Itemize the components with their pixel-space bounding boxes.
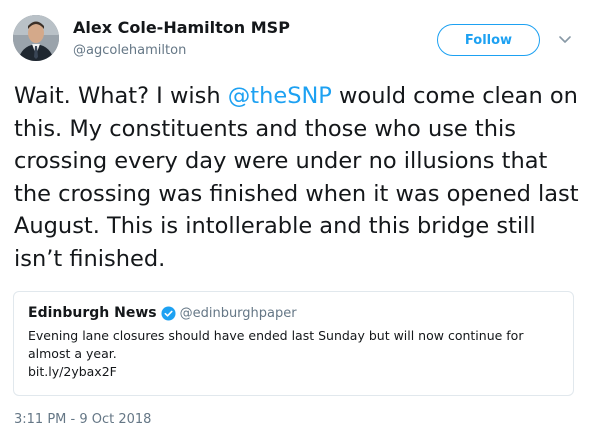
verified-badge-icon [161, 305, 176, 321]
quoted-tweet-body: Evening lane closures should have ended … [28, 327, 563, 381]
tweet-text-rest: would come clean on this. My constituent… [14, 83, 579, 272]
follow-button[interactable]: Follow [437, 24, 540, 56]
quoted-tweet-text: Evening lane closures should have ended … [28, 328, 524, 361]
author-name[interactable]: Alex Cole-Hamilton MSP [73, 18, 290, 37]
mention-link[interactable]: @theSNP [228, 83, 332, 109]
author-handle[interactable]: @agcolehamilton [73, 43, 186, 58]
tweet-text: Wait. What? I wish @theSNP would come cl… [14, 80, 579, 275]
tweet-timestamp[interactable]: 3:11 PM - 9 Oct 2018 [14, 412, 151, 427]
quoted-tweet-card[interactable]: Edinburgh News @edinburghpaper Evening l… [13, 291, 574, 396]
chevron-down-icon[interactable] [557, 34, 573, 46]
quoted-tweet-link[interactable]: bit.ly/2ybax2F [28, 363, 563, 381]
quoted-tweet-header: Edinburgh News @edinburghpaper [28, 305, 297, 321]
person-avatar-icon [13, 15, 59, 61]
quoted-author-name: Edinburgh News [28, 305, 157, 321]
quoted-author-handle: @edinburghpaper [179, 305, 297, 321]
tweet-text-start: Wait. What? I wish [14, 83, 228, 109]
author-avatar[interactable] [13, 15, 59, 61]
